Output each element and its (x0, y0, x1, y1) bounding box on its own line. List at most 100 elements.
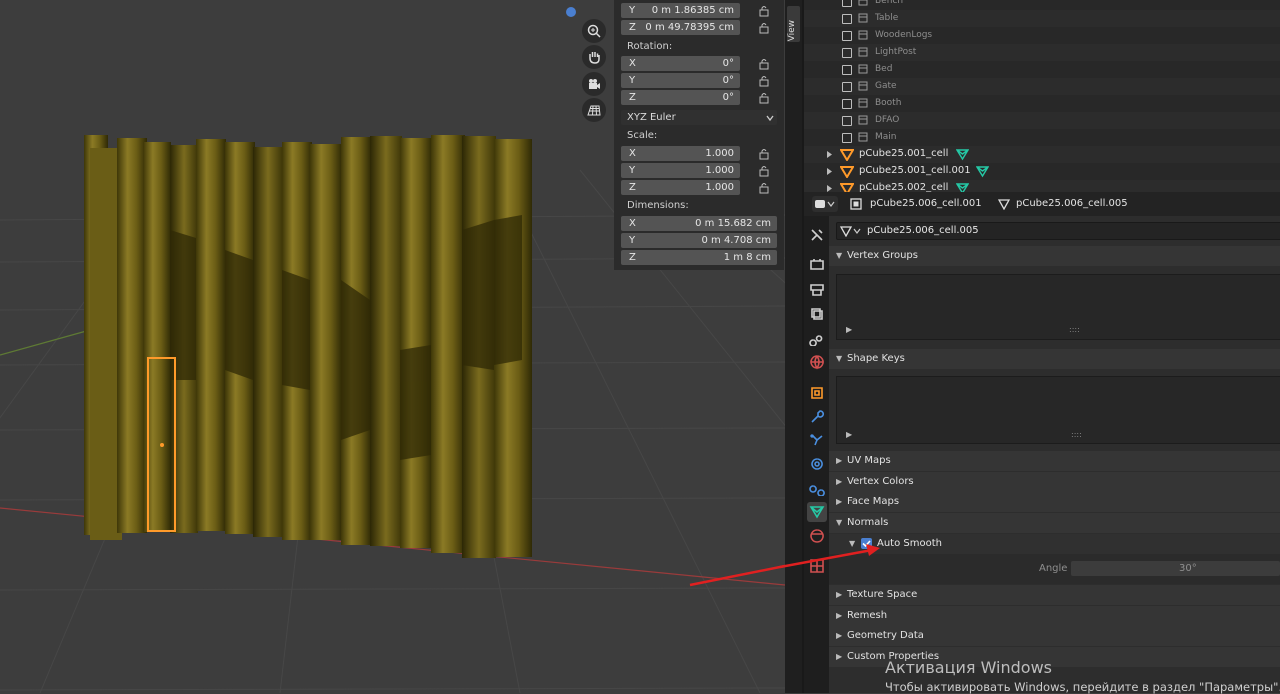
mesh-data-icon (809, 506, 825, 519)
exclude-checkbox[interactable] (842, 65, 852, 75)
panel-normals[interactable]: ▼ Normals (829, 513, 1280, 533)
modifier-icon (811, 410, 824, 423)
scale-label: Scale: (627, 130, 658, 141)
panel-remesh[interactable]: ▶ Remesh (829, 606, 1280, 626)
breadcrumb-mesh[interactable]: pCube25.006_cell.005 (1016, 198, 1128, 209)
outliner-collection-row[interactable]: Main (804, 129, 1280, 146)
expand-arrow-icon[interactable] (826, 151, 833, 158)
editor-type-dropdown[interactable] (812, 196, 838, 212)
outliner-item-label: Main (875, 132, 897, 142)
location-y-field[interactable]: Y0 m 1.86385 cm (621, 3, 740, 18)
outliner-collection-row[interactable]: Bed (804, 61, 1280, 78)
lock-icon[interactable] (758, 92, 770, 104)
breadcrumb-object[interactable]: pCube25.006_cell.001 (870, 198, 982, 209)
tab-physics[interactable] (807, 454, 827, 474)
angle-label: Angle (1039, 563, 1068, 574)
tab-world[interactable] (807, 352, 827, 372)
list-expand-icon[interactable]: ▶ (846, 430, 852, 439)
exclude-checkbox[interactable] (842, 116, 852, 126)
panel-texture-space[interactable]: ▶ Texture Space (829, 585, 1280, 605)
outliner-object-row[interactable]: pCube25.001_cell (804, 146, 1280, 163)
list-expand-icon[interactable]: ▶ (846, 325, 852, 334)
dimensions-x-field[interactable]: X0 m 15.682 cm (621, 216, 777, 231)
lock-icon[interactable] (758, 165, 770, 177)
mesh-data-icon (998, 199, 1010, 210)
tab-view[interactable]: View (787, 6, 800, 42)
tab-mesh-data[interactable] (807, 502, 827, 522)
outliner-item-label: Gate (875, 81, 897, 91)
panel-face-maps[interactable]: ▶ Face Maps (829, 492, 1280, 512)
scale-y-field[interactable]: Y 1.000 (621, 163, 740, 178)
panel-vertex-colors[interactable]: ▶ Vertex Colors (829, 472, 1280, 492)
tab-modifier[interactable] (807, 407, 827, 427)
tab-view-layer[interactable] (807, 304, 827, 324)
outliner-collection-row[interactable]: DFAO (804, 112, 1280, 129)
panel-vertex-groups[interactable]: ▼ Vertex Groups (829, 246, 1280, 266)
mesh-name-field[interactable]: pCube25.006_cell.005 (867, 225, 979, 236)
lock-icon[interactable] (758, 5, 770, 17)
outliner-collection-row[interactable]: LightPost (804, 44, 1280, 61)
tab-object[interactable] (807, 383, 827, 403)
expand-arrow-icon[interactable] (826, 185, 833, 192)
list-resize-grip[interactable]: :::: (1071, 430, 1082, 439)
rotation-y-field[interactable]: Y 0° (621, 73, 740, 88)
expand-arrow-icon[interactable] (826, 168, 833, 175)
panel-uv-maps[interactable]: ▶ UV Maps (829, 451, 1280, 471)
exclude-checkbox[interactable] (842, 133, 852, 143)
rotation-mode-dropdown[interactable]: XYZ Euler (621, 110, 777, 125)
outliner-item-label: LightPost (875, 47, 917, 57)
exclude-checkbox[interactable] (842, 99, 852, 109)
mesh-data-icon[interactable] (976, 165, 989, 178)
tab-particles[interactable] (807, 430, 827, 450)
mesh-object-icon (840, 149, 854, 161)
scale-z-field[interactable]: Z 1.000 (621, 180, 740, 195)
lock-icon[interactable] (758, 148, 770, 160)
rotation-x-field[interactable]: X 0° (621, 56, 740, 71)
properties-editor-icon (815, 200, 835, 208)
exclude-checkbox[interactable] (842, 48, 852, 58)
lock-icon[interactable] (758, 58, 770, 70)
rotation-label: Rotation: (627, 41, 673, 52)
world-icon (810, 355, 824, 370)
outliner-item-label: WoodenLogs (875, 30, 933, 40)
dimensions-z-field[interactable]: Z1 m 8 cm (621, 250, 777, 265)
outliner-collection-row[interactable]: WoodenLogs (804, 27, 1280, 44)
list-resize-grip[interactable]: :::: (1069, 325, 1080, 334)
tab-render[interactable] (807, 255, 827, 275)
dimensions-y-field[interactable]: Y0 m 4.708 cm (621, 233, 777, 248)
tab-constraints[interactable] (807, 478, 827, 498)
tab-output[interactable] (807, 280, 827, 300)
outliner-item-label: Booth (875, 98, 902, 108)
lock-icon[interactable] (758, 182, 770, 194)
scale-x-field[interactable]: X 1.000 (621, 146, 740, 161)
outliner-item-label: pCube25.001_cell.001 (859, 165, 971, 176)
rotation-z-field[interactable]: Z 0° (621, 90, 740, 105)
physics-icon (811, 458, 823, 470)
vertex-groups-list[interactable]: ▶ :::: (836, 274, 1280, 340)
outliner-collection-row[interactable]: Bench (804, 0, 1280, 10)
panel-geometry-data[interactable]: ▶ Geometry Data (829, 626, 1280, 646)
tab-tool[interactable] (807, 225, 827, 245)
panel-shape-keys[interactable]: ▼ Shape Keys (829, 349, 1280, 369)
particles-icon (810, 434, 823, 446)
outliner-collection-row[interactable]: Gate (804, 78, 1280, 95)
outliner-collection-row[interactable]: Booth (804, 95, 1280, 112)
output-icon (810, 284, 824, 296)
angle-field[interactable]: 30° (1071, 561, 1280, 576)
lock-icon[interactable] (758, 22, 770, 34)
outliner-object-row[interactable]: pCube25.001_cell.001 (804, 163, 1280, 180)
exclude-checkbox[interactable] (842, 82, 852, 92)
tab-scene[interactable] (807, 328, 827, 348)
subpanel-auto-smooth[interactable]: ▼ Auto Smooth (829, 534, 1280, 554)
tool-icon (811, 229, 823, 241)
mesh-data-icon[interactable] (956, 148, 969, 161)
exclude-checkbox[interactable] (842, 0, 852, 7)
exclude-checkbox[interactable] (842, 31, 852, 41)
object-icon (811, 387, 823, 399)
lock-icon[interactable] (758, 75, 770, 87)
mesh-datablock-selector[interactable]: pCube25.006_cell.005 (836, 222, 1280, 240)
exclude-checkbox[interactable] (842, 14, 852, 24)
location-z-field[interactable]: Z0 m 49.78395 cm (621, 20, 740, 35)
outliner-collection-row[interactable]: Table (804, 10, 1280, 27)
shape-keys-list[interactable]: ▶ :::: (836, 376, 1280, 444)
